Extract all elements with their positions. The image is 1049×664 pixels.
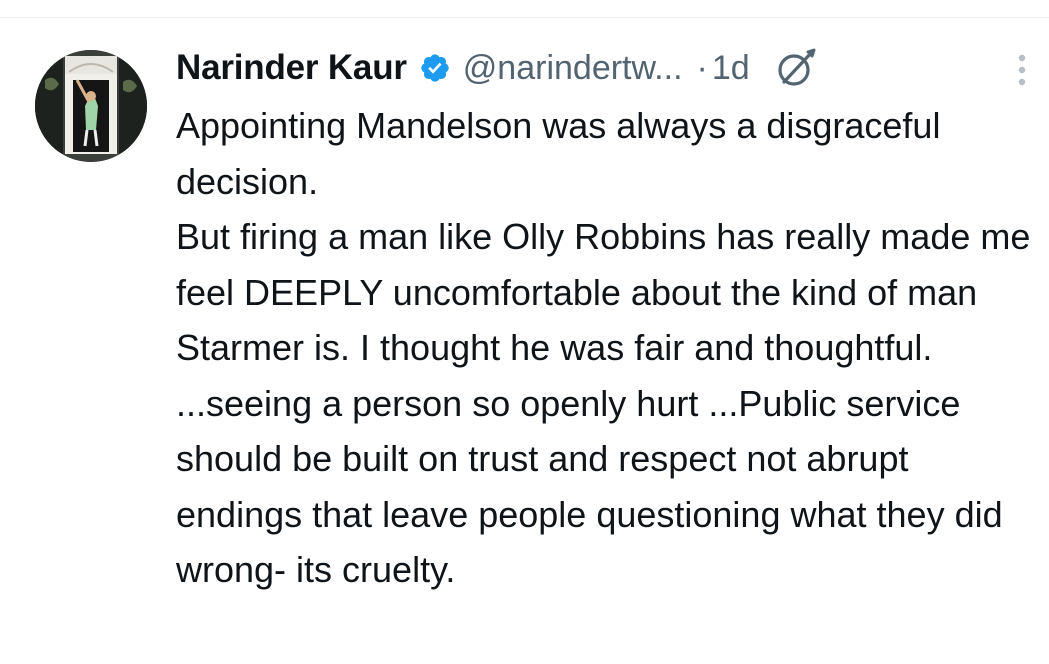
separator: · [696,48,708,87]
author-name[interactable]: Narinder Kaur [176,48,407,88]
timestamp[interactable]: 1d [712,49,750,88]
tweet-text: Appointing Mandelson was always a disgra… [176,98,1036,598]
author-handle[interactable]: @narindertw... [463,49,683,88]
grok-icon[interactable] [772,44,820,92]
tweet-paragraph: Appointing Mandelson was always a disgra… [176,105,951,202]
divider [0,17,1049,18]
verified-badge-icon [419,52,451,84]
avatar-photo [35,50,147,162]
tweet-card[interactable]: Narinder Kaur @narindertw... · 1d Appoin… [0,0,1049,664]
more-options-icon[interactable] [1014,52,1030,88]
avatar[interactable] [35,50,147,162]
tweet-paragraph: ...seeing a person so openly hurt ...Pub… [176,382,1013,591]
tweet-paragraph: But firing a man like Olly Robbins has r… [176,216,1041,368]
tweet-header: Narinder Kaur @narindertw... · 1d [176,42,1036,94]
